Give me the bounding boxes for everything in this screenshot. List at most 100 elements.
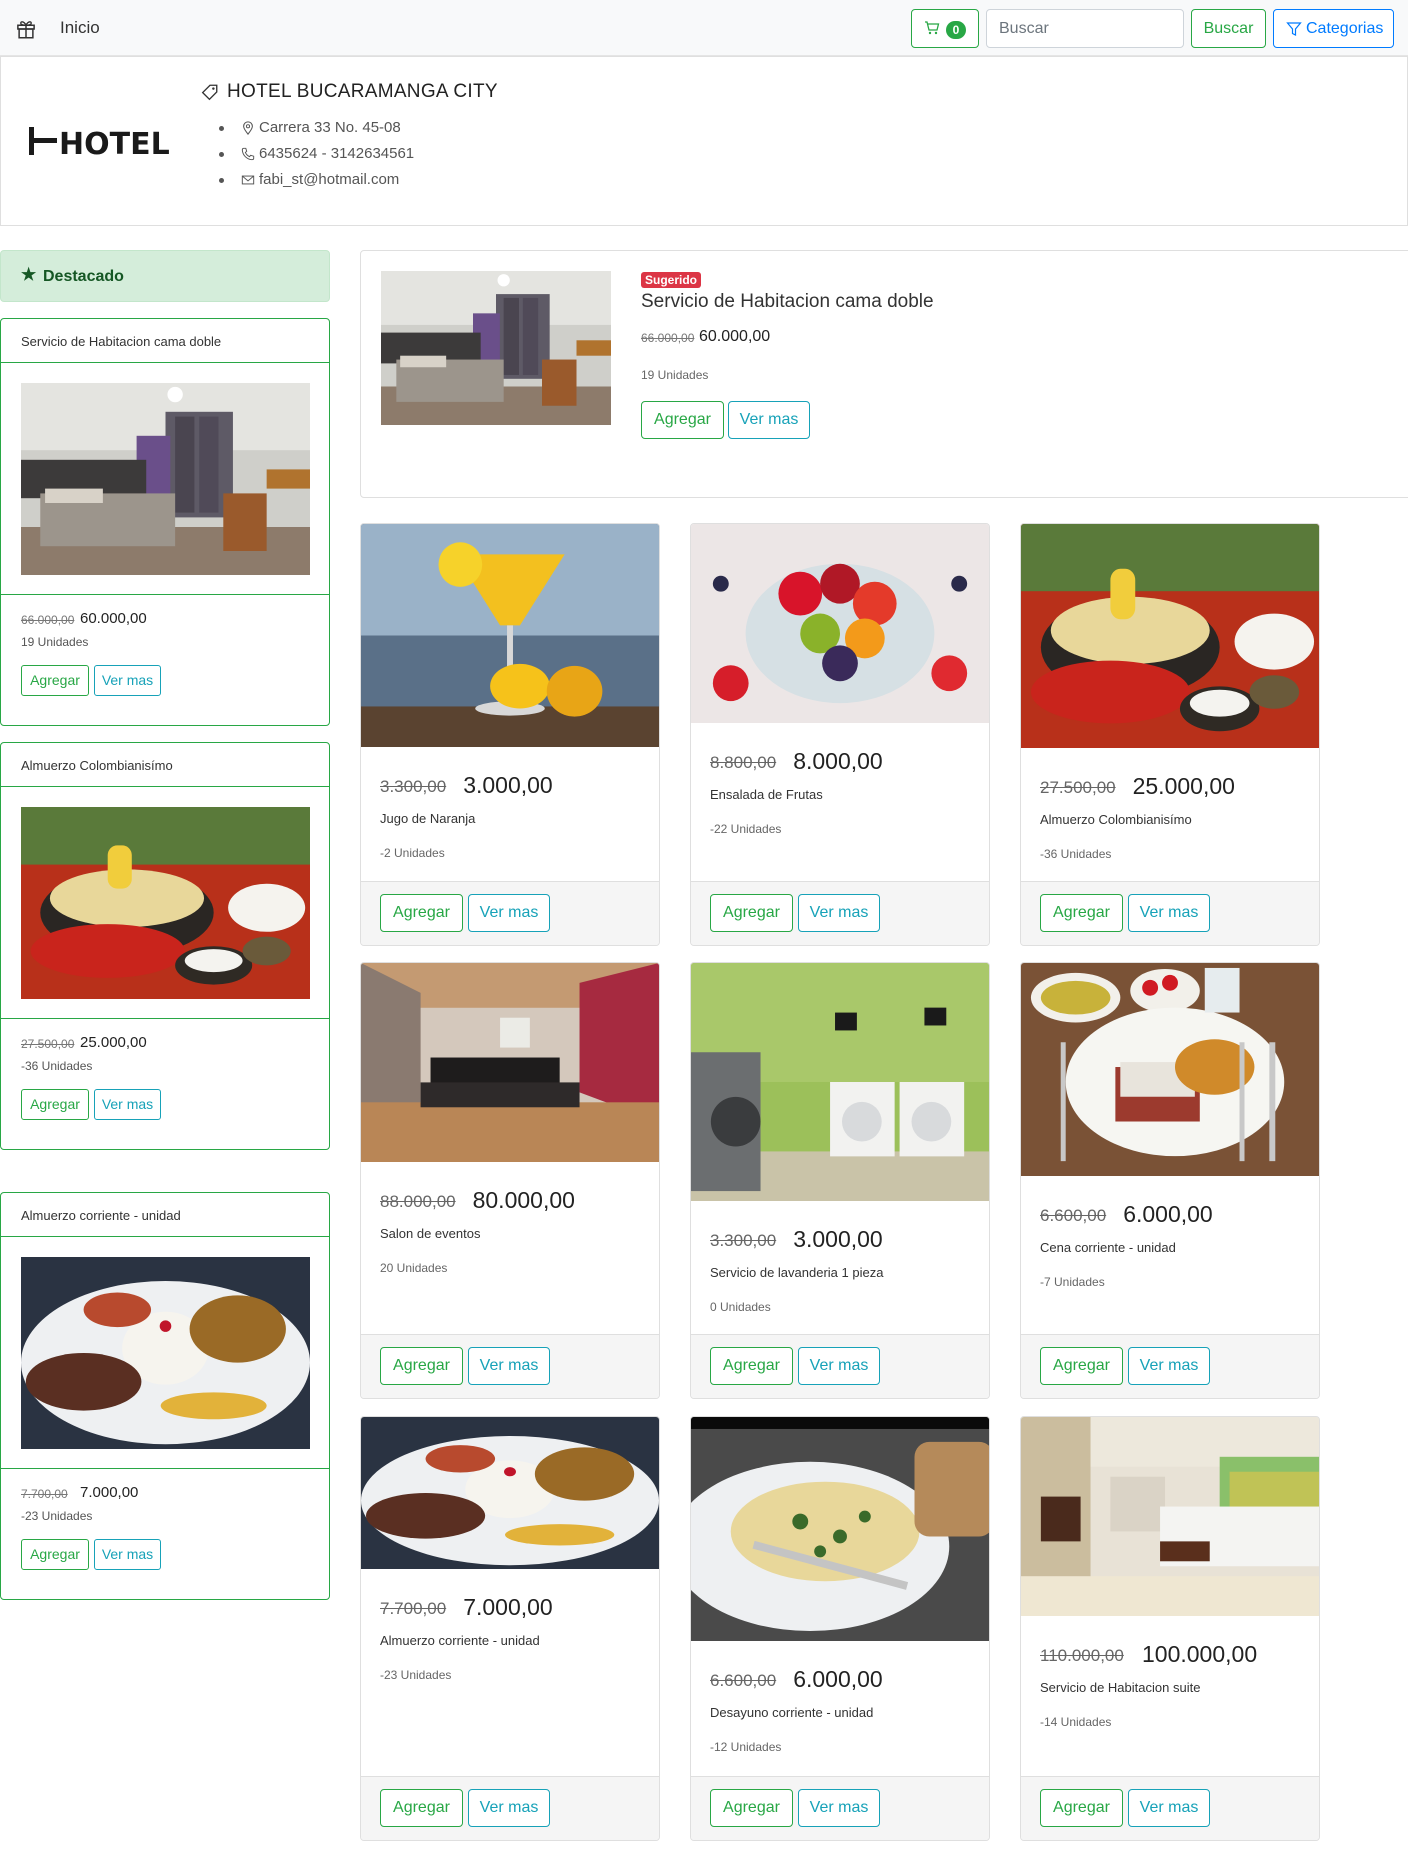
product-card: 6.600,00 6.000,00 Cena corriente - unida… [1020, 962, 1320, 1399]
suggested-product-image[interactable] [381, 271, 611, 425]
units: -23 Unidades [380, 1668, 452, 1682]
product-name: Desayuno corriente - unidad [710, 1705, 874, 1720]
add-button[interactable]: Agregar [21, 665, 89, 696]
product-image[interactable] [1021, 1417, 1319, 1616]
filter-icon [1286, 22, 1302, 36]
product-image[interactable] [361, 1417, 659, 1569]
product-name: Ensalada de Frutas [710, 787, 823, 802]
old-price: 3.300,00 [380, 777, 447, 796]
view-more-button[interactable]: Ver mas [468, 894, 550, 932]
product-card: 27.500,00 25.000,00 Almuerzo Colombianis… [1020, 523, 1320, 946]
add-button[interactable]: Agregar [710, 1789, 793, 1827]
search-input[interactable] [986, 9, 1184, 48]
product-card: 110.000,00 100.000,00 Servicio de Habita… [1020, 1416, 1320, 1841]
add-button[interactable]: Agregar [380, 1347, 463, 1385]
product-card-footer: Agregar Ver mas [361, 1334, 659, 1398]
add-button[interactable]: Agregar [1040, 1347, 1123, 1385]
categories-button[interactable]: Categorias [1273, 9, 1394, 48]
search-button[interactable]: Buscar [1191, 9, 1266, 48]
add-button[interactable]: Agregar [21, 1539, 89, 1570]
old-price: 110.000,00 [1040, 1646, 1124, 1665]
product-image[interactable] [691, 524, 989, 723]
suggested-add-button[interactable]: Agregar [641, 401, 724, 439]
add-button[interactable]: Agregar [710, 894, 793, 932]
product-name: Cena corriente - unidad [1040, 1240, 1176, 1255]
suggested-view-more-button[interactable]: Ver mas [728, 401, 810, 439]
star-icon: ★ [21, 265, 37, 284]
product-card: 88.000,00 80.000,00 Salon de eventos 20 … [360, 962, 660, 1399]
product-card-footer: Agregar Ver mas [691, 1776, 989, 1840]
featured-product-image[interactable] [21, 383, 310, 575]
product-image[interactable] [361, 963, 659, 1162]
product-card: 8.800,00 8.000,00 Ensalada de Frutas -22… [690, 523, 990, 946]
product-name: Salon de eventos [380, 1226, 481, 1241]
view-more-button[interactable]: Ver mas [798, 894, 880, 932]
featured-product-image[interactable] [21, 1257, 310, 1449]
hotel-logo: HOTEL [29, 127, 170, 157]
featured-product-title: Almuerzo Colombianisímo [1, 743, 329, 787]
price: 3.000,00 [793, 1226, 883, 1252]
add-button[interactable]: Agregar [710, 1347, 793, 1385]
featured-product-body: 27.500,00 25.000,00 -36 Unidades Agregar… [1, 1019, 329, 1149]
units: -36 Unidades [21, 1059, 93, 1073]
featured-product-card: Almuerzo Colombianisímo 27.500,00 25.000… [0, 742, 330, 1150]
units: 19 Unidades [21, 635, 89, 649]
hotel-address: Carrera 33 No. 45-08 [218, 115, 414, 141]
price: 100.000,00 [1142, 1641, 1258, 1667]
view-more-button[interactable]: Ver mas [94, 1539, 161, 1570]
featured-product-title: Almuerzo corriente - unidad [1, 1193, 329, 1237]
product-image[interactable] [1021, 963, 1319, 1176]
view-more-button[interactable]: Ver mas [468, 1789, 550, 1827]
view-more-button[interactable]: Ver mas [1128, 1789, 1210, 1827]
old-price: 88.000,00 [380, 1192, 456, 1211]
featured-product-image[interactable] [21, 807, 310, 999]
price: 3.000,00 [463, 772, 553, 798]
old-price: 3.300,00 [710, 1231, 777, 1250]
add-button[interactable]: Agregar [380, 894, 463, 932]
product-card: 6.600,00 6.000,00 Desayuno corriente - u… [690, 1416, 990, 1841]
phone-icon [241, 147, 255, 161]
price: 7.000,00 [80, 1484, 139, 1501]
view-more-button[interactable]: Ver mas [1128, 1347, 1210, 1385]
hotel-name: HOTEL BUCARAMANGA CITY [201, 81, 498, 103]
view-more-button[interactable]: Ver mas [1128, 894, 1210, 932]
featured-product-title: Servicio de Habitacion cama doble [1, 319, 329, 363]
product-image[interactable] [1021, 524, 1319, 748]
cart-count-badge: 0 [946, 21, 966, 39]
featured-product-image-wrap [1, 363, 329, 595]
view-more-button[interactable]: Ver mas [798, 1789, 880, 1827]
hotel-email: fabi_st@hotmail.com [218, 167, 414, 193]
view-more-button[interactable]: Ver mas [94, 1089, 161, 1120]
gift-icon[interactable] [16, 19, 36, 39]
product-image[interactable] [361, 524, 659, 747]
old-price: 7.700,00 [21, 1487, 68, 1501]
add-button[interactable]: Agregar [1040, 1789, 1123, 1827]
product-name: Servicio de lavanderia 1 pieza [710, 1265, 884, 1280]
cart-button[interactable]: 0 [911, 9, 979, 48]
featured-product-image-wrap [1, 1237, 329, 1469]
product-image[interactable] [691, 963, 989, 1201]
view-more-button[interactable]: Ver mas [798, 1347, 880, 1385]
product-image[interactable] [691, 1417, 989, 1641]
price: 7.000,00 [463, 1594, 553, 1620]
hotel-name-text: HOTEL BUCARAMANGA CITY [227, 81, 498, 102]
top-navbar: Inicio 0 Buscar Categorias [0, 0, 1408, 56]
view-more-button[interactable]: Ver mas [94, 665, 161, 696]
add-button[interactable]: Agregar [380, 1789, 463, 1827]
envelope-icon [241, 175, 255, 185]
units: -2 Unidades [380, 846, 445, 860]
nav-home-link[interactable]: Inicio [60, 18, 100, 38]
units: -23 Unidades [21, 1509, 93, 1523]
product-card-footer: Agregar Ver mas [1021, 881, 1319, 945]
categories-label: Categorias [1306, 20, 1384, 37]
add-button[interactable]: Agregar [1040, 894, 1123, 932]
old-price: 7.700,00 [380, 1599, 447, 1618]
price: 80.000,00 [472, 1187, 575, 1213]
product-name: Servicio de Habitacion suite [1040, 1680, 1201, 1695]
view-more-button[interactable]: Ver mas [468, 1347, 550, 1385]
old-price: 27.500,00 [21, 1037, 75, 1051]
suggested-old-price: 66.000,00 [641, 331, 695, 345]
old-price: 6.600,00 [1040, 1206, 1107, 1225]
hotel-email-text: fabi_st@hotmail.com [259, 171, 400, 188]
add-button[interactable]: Agregar [21, 1089, 89, 1120]
